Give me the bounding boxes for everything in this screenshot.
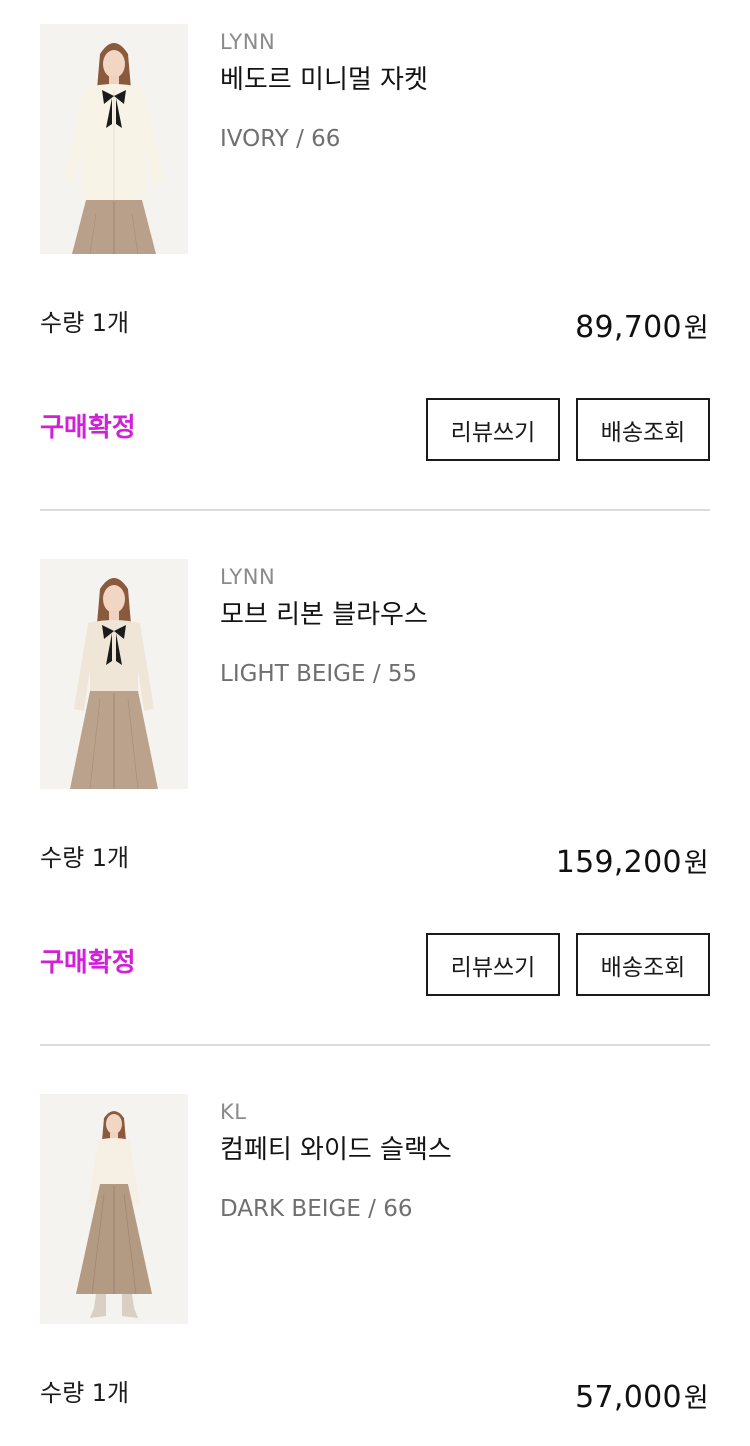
track-delivery-button[interactable]: 배송조회	[576, 398, 710, 461]
product-name[interactable]: 베도르 미니멀 자켓	[220, 62, 710, 98]
product-image-blouse[interactable]	[40, 559, 188, 789]
product-option: IVORY / 66	[220, 126, 341, 152]
track-delivery-button[interactable]: 배송조회	[576, 933, 710, 996]
product-image-jacket[interactable]	[40, 24, 188, 254]
product-photo-icon	[40, 559, 188, 789]
divider	[40, 509, 710, 511]
product-option: DARK BEIGE / 66	[220, 1196, 413, 1222]
currency-unit: 원	[683, 1383, 709, 1414]
order-list: LYNN 베도르 미니멀 자켓 IVORY / 66 수량 1개 89,700원…	[0, 0, 750, 1446]
order-item: KL 컴페티 와이드 슬랙스 DARK BEIGE / 66 수량 1개 57,…	[0, 1070, 750, 1446]
price-value: 159,200	[555, 845, 682, 880]
product-photo-icon	[40, 24, 188, 254]
write-review-button[interactable]: 리뷰쓰기	[426, 398, 560, 461]
brand-name: LYNN	[220, 30, 276, 54]
order-status: 구매확정	[40, 948, 136, 978]
price: 89,700원	[575, 308, 709, 349]
price-value: 89,700	[575, 310, 682, 345]
product-info: LYNN 베도르 미니멀 자켓 IVORY / 66	[220, 28, 710, 154]
quantity-label: 수량 1개	[40, 1379, 130, 1407]
product-image-slacks[interactable]	[40, 1094, 188, 1324]
order-item: LYNN 베도르 미니멀 자켓 IVORY / 66 수량 1개 89,700원…	[0, 0, 750, 535]
product-photo-icon	[40, 1094, 188, 1324]
product-name[interactable]: 컴페티 와이드 슬랙스	[220, 1132, 710, 1168]
order-status: 구매확정	[40, 413, 136, 443]
quantity-label: 수량 1개	[40, 309, 130, 337]
price: 57,000원	[575, 1378, 709, 1419]
product-info: LYNN 모브 리본 블라우스 LIGHT BEIGE / 55	[220, 563, 710, 689]
currency-unit: 원	[683, 848, 709, 879]
product-info: KL 컴페티 와이드 슬랙스 DARK BEIGE / 66	[220, 1098, 710, 1224]
product-name[interactable]: 모브 리본 블라우스	[220, 597, 710, 633]
brand-name: KL	[220, 1100, 247, 1124]
order-item: LYNN 모브 리본 블라우스 LIGHT BEIGE / 55 수량 1개 1…	[0, 535, 750, 1070]
price-value: 57,000	[575, 1380, 682, 1415]
brand-name: LYNN	[220, 565, 276, 589]
price: 159,200원	[556, 843, 709, 884]
divider	[40, 1044, 710, 1046]
product-option: LIGHT BEIGE / 55	[220, 661, 418, 687]
write-review-button[interactable]: 리뷰쓰기	[426, 933, 560, 996]
quantity-label: 수량 1개	[40, 844, 130, 872]
currency-unit: 원	[683, 313, 709, 344]
